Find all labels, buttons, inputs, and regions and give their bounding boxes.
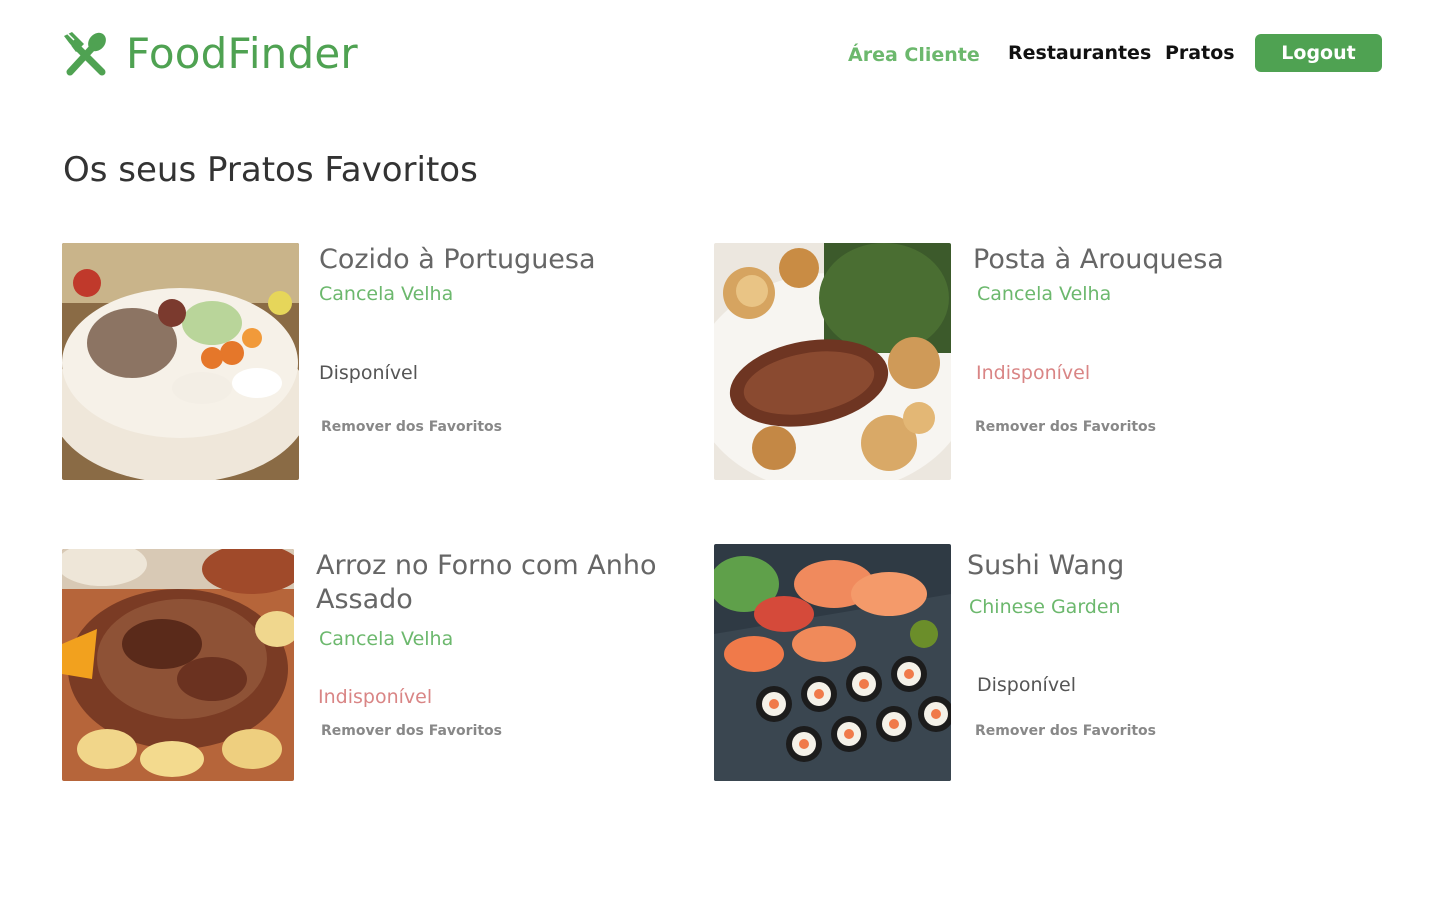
restaurant-name[interactable]: Cancela Velha	[977, 283, 1111, 305]
dish-image[interactable]	[62, 243, 299, 480]
dish-image[interactable]	[714, 544, 951, 781]
availability-status: Disponível	[319, 362, 419, 384]
page: FoodFinder Área Cliente Restaurantes Pra…	[0, 0, 1440, 900]
availability-status: Indisponível	[318, 686, 433, 708]
availability-status: Indisponível	[976, 362, 1091, 384]
dish-name[interactable]: Cozido à Portuguesa	[319, 243, 679, 277]
dish-name[interactable]: Sushi Wang	[967, 549, 1327, 583]
cozido-photo	[62, 243, 299, 480]
dish-name[interactable]: Arroz no Forno com Anho Assado	[316, 549, 676, 617]
nav-restaurants[interactable]: Restaurantes	[1008, 40, 1151, 66]
remove-favorite-button[interactable]: Remover dos Favoritos	[975, 419, 1156, 435]
nav-dishes[interactable]: Pratos	[1165, 40, 1235, 66]
page-title: Os seus Pratos Favoritos	[63, 150, 478, 190]
logout-button[interactable]: Logout	[1255, 34, 1382, 72]
arroz-anho-photo	[62, 549, 294, 781]
remove-favorite-button[interactable]: Remover dos Favoritos	[321, 723, 502, 739]
restaurant-name[interactable]: Chinese Garden	[969, 596, 1121, 618]
dish-image[interactable]	[62, 549, 294, 781]
posta-photo	[714, 243, 951, 480]
availability-status: Disponível	[977, 674, 1077, 696]
dish-name[interactable]: Posta à Arouquesa	[973, 243, 1333, 277]
sushi-photo	[714, 544, 951, 781]
brand-logo[interactable]: FoodFinder	[62, 30, 358, 78]
restaurant-name[interactable]: Cancela Velha	[319, 628, 453, 650]
dish-image[interactable]	[714, 243, 951, 480]
brand-name: FoodFinder	[126, 29, 358, 78]
fork-spoon-cross-icon	[62, 31, 106, 76]
restaurant-name[interactable]: Cancela Velha	[319, 283, 453, 305]
remove-favorite-button[interactable]: Remover dos Favoritos	[975, 723, 1156, 739]
remove-favorite-button[interactable]: Remover dos Favoritos	[321, 419, 502, 435]
nav-client-area[interactable]: Área Cliente	[848, 42, 980, 68]
